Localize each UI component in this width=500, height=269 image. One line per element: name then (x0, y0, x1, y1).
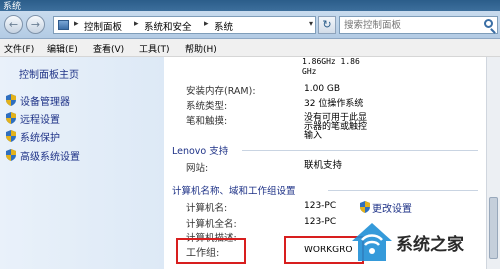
system-type-label: 系统类型: (186, 101, 228, 112)
shield-icon (6, 149, 16, 161)
sidebar-item-label: 高级系统设置 (20, 152, 80, 163)
menu-edit[interactable]: 编辑(E) (47, 42, 78, 55)
sidebar-item-label: 设备管理器 (20, 97, 70, 108)
computer-name-label: 计算机名: (186, 203, 228, 214)
sidebar-item-system-protection[interactable]: 系统保护 (6, 129, 156, 144)
search-input[interactable] (344, 18, 474, 32)
refresh-icon: ↻ (322, 18, 332, 31)
forward-button[interactable]: → (26, 15, 45, 34)
workgroup-label-highlight (176, 238, 246, 264)
menu-file[interactable]: 文件(F) (4, 42, 34, 55)
watermark-text: 系统之家 (396, 235, 464, 255)
section-divider (242, 150, 478, 151)
sidebar-item-device-manager[interactable]: 设备管理器 (6, 93, 156, 108)
ram-label: 安装内存(RAM): (186, 86, 256, 97)
computer-name-value: 123-PC (304, 201, 337, 211)
control-panel-icon (58, 20, 69, 30)
shield-icon (6, 112, 16, 124)
support-section-title: Lenovo 支持 (172, 146, 229, 157)
full-computer-name-value: 123-PC (304, 217, 337, 227)
breadcrumb-system-security[interactable]: 系统和安全 (144, 19, 192, 33)
sidebar: 控制面板主页 设备管理器 远程设置 系统保护 高级系统设置 (0, 57, 164, 269)
back-arrow-icon: ← (8, 18, 19, 31)
website-label: 网站: (186, 163, 209, 174)
watermark-logo: 系统之家 (348, 215, 500, 269)
system-type-value: 32 位操作系统 (304, 99, 364, 109)
chevron-right-icon[interactable]: ▸ (134, 19, 139, 29)
breadcrumb-control-panel[interactable]: 控制面板 (84, 19, 122, 33)
forward-arrow-icon: → (30, 18, 41, 31)
online-support-link[interactable]: 联机支持 (304, 161, 342, 171)
sidebar-item-label: 系统保护 (20, 133, 60, 144)
breadcrumb-system[interactable]: 系统 (214, 19, 233, 33)
computer-section-title: 计算机名称、域和工作组设置 (172, 186, 296, 197)
menu-help[interactable]: 帮助(H) (185, 42, 217, 55)
search-icon[interactable] (484, 19, 493, 28)
refresh-button[interactable]: ↻ (318, 16, 336, 34)
chevron-right-icon[interactable]: ▸ (74, 19, 79, 29)
chevron-right-icon[interactable]: ▸ (204, 19, 209, 29)
ram-value: 1.00 GB (304, 84, 341, 94)
pen-touch-value: 没有可用于此显示器的笔或触控输入 (304, 113, 368, 141)
chevron-down-icon[interactable]: ▾ (309, 19, 313, 28)
title-bar: 系统 (0, 0, 500, 12)
navigation-bar: ← → ▸ 控制面板 ▸ 系统和安全 ▸ 系统 ▾ ↻ (0, 11, 500, 39)
back-button[interactable]: ← (4, 15, 23, 34)
sidebar-item-advanced-settings[interactable]: 高级系统设置 (6, 148, 156, 163)
change-settings-link[interactable]: 更改设置 (360, 200, 412, 215)
shield-icon (360, 201, 370, 213)
sidebar-item-remote-settings[interactable]: 远程设置 (6, 111, 156, 126)
shield-icon (6, 130, 16, 142)
menu-bar: 文件(F) 编辑(E) 查看(V) 工具(T) 帮助(H) (0, 39, 500, 57)
house-logo-icon (352, 223, 392, 261)
pen-touch-label: 笔和触摸: (186, 116, 228, 127)
sidebar-home-link[interactable]: 控制面板主页 (19, 66, 79, 81)
change-settings-label: 更改设置 (372, 204, 412, 215)
shield-icon (6, 94, 16, 106)
section-divider (328, 190, 478, 191)
menu-tools[interactable]: 工具(T) (139, 42, 170, 55)
processor-speed: 1.86GHz 1.86 GHz (302, 57, 360, 76)
search-box[interactable] (339, 16, 498, 34)
menu-view[interactable]: 查看(V) (93, 42, 124, 55)
full-computer-name-label: 计算机全名: (186, 219, 237, 230)
address-bar[interactable]: ▸ 控制面板 ▸ 系统和安全 ▸ 系统 ▾ (53, 16, 316, 34)
sidebar-item-label: 远程设置 (20, 115, 60, 126)
